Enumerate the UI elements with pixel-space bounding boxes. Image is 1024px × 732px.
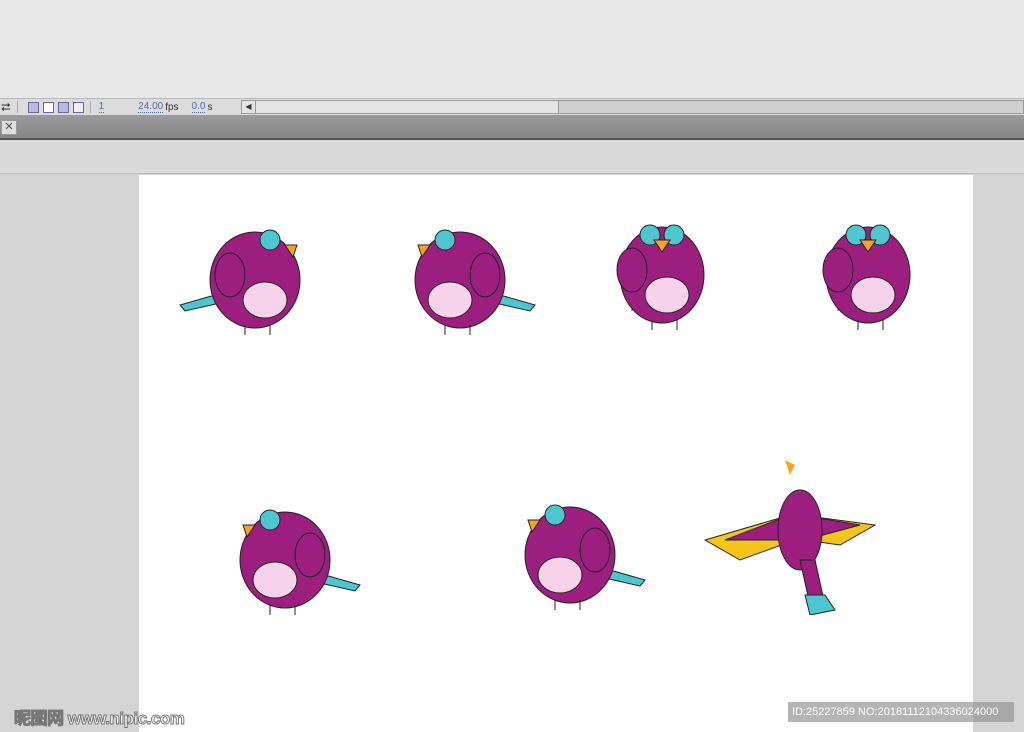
scroll-left-icon[interactable]: ◀ (242, 101, 256, 113)
current-frame[interactable]: 1 (98, 101, 105, 113)
fps-unit: fps (165, 101, 179, 113)
bird-crouching (239, 509, 361, 615)
watermark-logo: 昵图网 www.nipic.com (13, 709, 185, 729)
watermark-id: ID:25227859 NO:20181112104336024000 (788, 702, 1014, 722)
elapsed-time[interactable]: 0.0 (191, 101, 206, 113)
loop-icon[interactable]: ⮂ (1, 100, 11, 115)
bird-facing-right (179, 229, 301, 335)
timeline-scrollbar[interactable]: ◀ (241, 100, 1024, 114)
onion-skin-icon[interactable] (27, 101, 39, 113)
bird-facing-left (414, 229, 536, 335)
scroll-thumb[interactable] (558, 101, 1023, 113)
onion-outline-icon[interactable] (42, 101, 54, 113)
close-icon[interactable]: ✕ (1, 120, 17, 135)
modify-markers-icon[interactable] (72, 101, 84, 113)
time-unit: s (207, 101, 213, 113)
divider (16, 101, 18, 113)
edit-bar (0, 141, 1024, 174)
edit-multiple-frames-icon[interactable] (57, 101, 69, 113)
divider (89, 101, 91, 113)
frame-rate[interactable]: 24.00 (138, 101, 164, 113)
document-tab-bar: ✕ (0, 115, 1024, 140)
bird-saluting (822, 224, 911, 330)
bird-front (616, 224, 705, 330)
bird-flying (703, 460, 877, 615)
menu-area (0, 0, 1024, 98)
timeline-toolbar: ⮂ 1 24.00 fps 0.0 s ◀ (0, 98, 1024, 115)
bird-diving (524, 504, 646, 610)
